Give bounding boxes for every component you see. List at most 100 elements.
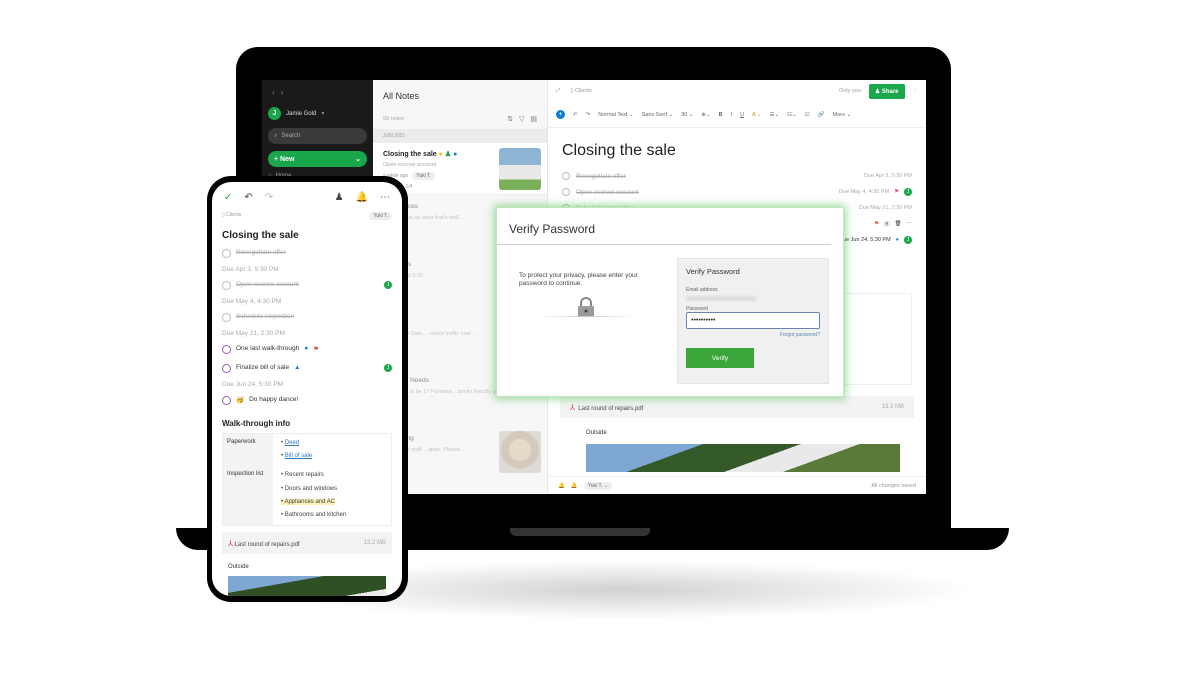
check-icon[interactable]: [562, 188, 570, 196]
attachment-row[interactable]: ⅄ Last round of repairs.pdf 13.2 MB: [222, 532, 392, 555]
notebook-name: Clients: [226, 212, 242, 218]
link-icon[interactable]: 🔗: [818, 112, 825, 118]
attachment-size: 13.2 MB: [881, 404, 904, 410]
done-check-icon[interactable]: ✓: [224, 192, 232, 203]
avatar: J: [268, 107, 281, 120]
outside-label: Outside: [586, 430, 607, 436]
italic-button[interactable]: I: [731, 112, 733, 118]
insert-menu-icon[interactable]: ⊕⌄: [701, 112, 710, 118]
reminder-icon[interactable]: 🔔: [356, 192, 368, 203]
account-switcher[interactable]: J Jamie Gold ▾: [268, 107, 367, 120]
search-input[interactable]: ⌕ Search: [268, 128, 367, 144]
password-field[interactable]: ••••••••••: [686, 312, 820, 329]
share-person-icon[interactable]: ♟: [335, 192, 344, 203]
more-label: More: [832, 111, 846, 118]
more-dropdown[interactable]: More ⌄: [833, 112, 852, 118]
bullet-list-icon[interactable]: ☰⌄: [770, 112, 780, 118]
walkthrough-table: Paperwork • Deed • Bill of sale Inspecti…: [222, 433, 392, 527]
notebook-breadcrumb[interactable]: ▯ Clients: [570, 88, 591, 94]
task-label: Finalize bill of sale: [236, 364, 290, 371]
check-icon[interactable]: [222, 364, 231, 373]
filter-icon[interactable]: ▽: [519, 115, 524, 123]
text-color-button[interactable]: A ⌄: [752, 112, 762, 118]
more-icon[interactable]: ⋯: [380, 192, 390, 203]
more-options-icon[interactable]: ⋮: [913, 88, 919, 94]
notebook-name: Clients: [574, 88, 592, 94]
bill-of-sale-link[interactable]: Bill of sale: [285, 453, 312, 459]
assignee-name: Yuki T.: [587, 482, 603, 489]
trash-icon[interactable]: 🗑: [895, 221, 902, 227]
assign-icon[interactable]: Ⓡ: [884, 220, 890, 228]
reminder-icon: ●: [895, 237, 899, 243]
flag-icon[interactable]: ⚑: [874, 221, 879, 227]
check-icon[interactable]: [222, 396, 231, 405]
search-icon: ⌕: [274, 132, 278, 139]
redo-icon[interactable]: ↷: [586, 112, 591, 118]
insert-icon[interactable]: +: [556, 110, 565, 119]
view-options-icon[interactable]: ▤: [530, 115, 537, 123]
notebook-breadcrumb[interactable]: ▯ Clients: [222, 212, 241, 220]
assign-bell-icon[interactable]: 🔔: [571, 483, 578, 489]
task-due: Due Apr 3, 5:30 PM: [222, 266, 279, 273]
task-due: Due Jun 24, 5:30 PM: [839, 237, 891, 243]
note-heading[interactable]: Closing the sale: [222, 230, 392, 241]
house-photo: [228, 576, 386, 596]
task-item[interactable]: Renegotiate offer Due Apr 3, 5:30 PM: [222, 249, 392, 273]
assignee-chip[interactable]: Yuki T. ⌄: [583, 481, 612, 490]
underline-button[interactable]: U: [740, 112, 744, 118]
task-due: Due Jun 24, 5:30 PM: [222, 381, 284, 388]
ellipsis-icon[interactable]: ⋯: [907, 221, 913, 227]
star-icon: ●: [438, 151, 443, 158]
back-arrow-icon[interactable]: ‹: [272, 88, 275, 97]
expand-icon[interactable]: ⤢: [556, 88, 560, 95]
task-item[interactable]: Open escrow account Due May 4, 4:30 PM ⚑ J: [562, 184, 912, 200]
phone-frame: ✓ ↶ ↷ ♟ 🔔 ⋯ ▯ Clients Yuki T. Closing th…: [207, 176, 408, 602]
task-due: Due May 4, 4:30 PM: [222, 298, 282, 305]
task-item[interactable]: Open escrow account J Due May 4, 4:30 PM: [222, 281, 392, 305]
new-note-button[interactable]: + New ⌄: [268, 151, 367, 167]
share-button[interactable]: ♟ Share: [868, 83, 905, 99]
check-icon[interactable]: [562, 172, 570, 180]
task-item[interactable]: One last walk-through ● ⚑: [222, 345, 392, 354]
divider: [537, 316, 637, 317]
checklist-icon[interactable]: ☑: [805, 112, 810, 118]
check-icon[interactable]: [222, 313, 231, 322]
reminder-icon: ●: [453, 151, 458, 158]
chevron-down-icon[interactable]: ⌄: [355, 155, 361, 163]
nav-arrows: ‹ ›: [272, 88, 367, 97]
reminder-icon: ▲: [294, 364, 301, 371]
assignee-chip[interactable]: Yuki T.: [369, 212, 392, 220]
sort-icon[interactable]: ⇅: [507, 115, 513, 123]
forgot-password-link[interactable]: Forgot password?: [686, 332, 820, 338]
numbered-list-icon[interactable]: ☷⌄: [787, 112, 797, 118]
check-icon[interactable]: [222, 281, 231, 290]
assignee-avatar: J: [904, 188, 912, 196]
task-label: Open escrow account: [576, 188, 639, 196]
verify-button[interactable]: Verify: [686, 348, 754, 368]
task-label: Schedule inspection: [236, 313, 295, 320]
bold-button[interactable]: B: [719, 112, 723, 118]
task-label: Renegotiate offer: [236, 249, 286, 256]
party-emoji-icon: 🥳: [236, 397, 245, 404]
check-icon[interactable]: [222, 345, 231, 354]
task-item[interactable]: Schedule inspection Due May 21, 2:30 PM: [222, 313, 392, 337]
reminder-bell-icon[interactable]: 🔔: [558, 483, 565, 489]
assignee-avatar: J: [384, 281, 392, 289]
font-size-dropdown[interactable]: 30 ⌄: [681, 112, 693, 118]
table-key: Inspection list: [223, 466, 273, 526]
undo-icon[interactable]: ↶: [573, 112, 578, 118]
task-count: 1/4: [405, 184, 413, 190]
text-style-dropdown[interactable]: Normal Text ⌄: [598, 112, 633, 118]
task-item[interactable]: Renegotiate offer Due Apr 3, 5:30 PM: [562, 168, 912, 184]
task-item[interactable]: Finalize bill of sale ▲ J Due Jun 24, 5:30…: [222, 364, 392, 388]
font-dropdown[interactable]: Sans Serif ⌄: [642, 112, 674, 118]
task-item[interactable]: 🥳 Do happy dance!: [222, 396, 392, 405]
forward-arrow-icon[interactable]: ›: [281, 88, 284, 97]
attachment-row[interactable]: ⅄ Last round of repairs.pdf 13.2 MB: [560, 396, 914, 418]
redo-icon[interactable]: ↷: [265, 192, 273, 203]
undo-icon[interactable]: ↶: [244, 192, 252, 203]
dialog-title: Verify Password: [497, 208, 831, 245]
check-icon[interactable]: [222, 249, 231, 258]
note-heading[interactable]: Closing the sale: [562, 142, 912, 160]
deed-link[interactable]: Deed: [285, 440, 299, 446]
